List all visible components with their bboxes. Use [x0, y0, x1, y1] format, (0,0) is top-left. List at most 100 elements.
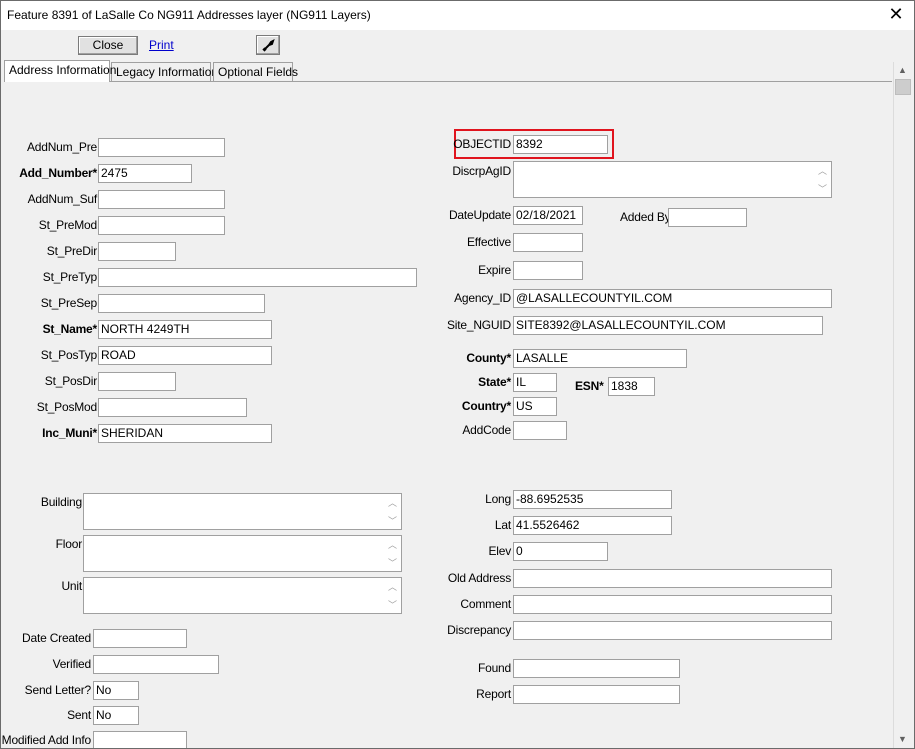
st-posdir-label: St_PosDir — [44, 374, 97, 388]
building-scrollbar[interactable]: ︿ ﹀ — [385, 494, 401, 529]
report-label: Report — [476, 687, 511, 701]
esn-label: ESN* — [575, 379, 604, 393]
agency-id-label: Agency_ID — [454, 291, 511, 305]
vertical-scrollbar[interactable]: ▲ ▼ — [893, 62, 911, 748]
objectid-label: OBJECTID — [453, 137, 511, 151]
elev-label: Elev — [488, 544, 511, 558]
sent-field[interactable]: No — [93, 706, 139, 725]
send-letter-field[interactable]: No — [93, 681, 139, 700]
added-by-label: Added By — [620, 210, 671, 224]
agency-id-field[interactable]: @LASALLECOUNTYIL.COM — [513, 289, 832, 308]
st-pretyp-label: St_PreTyp — [42, 270, 97, 284]
verified-label: Verified — [52, 657, 92, 671]
discrpagid-label: DiscrpAgID — [452, 164, 511, 178]
st-premod-field[interactable] — [98, 216, 225, 235]
found-field[interactable] — [513, 659, 680, 678]
added-by-field[interactable] — [668, 208, 747, 227]
st-premod-label: St_PreMod — [38, 218, 97, 232]
expire-label: Expire — [478, 263, 511, 277]
comment-field[interactable] — [513, 595, 832, 614]
elev-field[interactable]: 0 — [513, 542, 608, 561]
unit-field[interactable]: ︿ ﹀ — [83, 577, 402, 614]
esn-field[interactable]: 1838 — [608, 377, 655, 396]
country-field[interactable]: US — [513, 397, 557, 416]
feature-dialog: Feature 8391 of LaSalle Co NG911 Address… — [0, 0, 915, 749]
close-window-icon[interactable]: ✕ — [886, 4, 906, 24]
old-address-label: Old Address — [447, 571, 511, 585]
old-address-field[interactable] — [513, 569, 832, 588]
add-number-field[interactable]: 2475 — [98, 164, 192, 183]
modified-add-info-label: Modified Add Info — [1, 733, 92, 747]
st-posdir-field[interactable] — [98, 372, 176, 391]
expire-field[interactable] — [513, 261, 583, 280]
print-link[interactable]: Print — [149, 38, 174, 52]
st-presep-label: St_PreSep — [40, 296, 97, 310]
effective-field[interactable] — [513, 233, 583, 252]
sent-label: Sent — [67, 708, 91, 722]
st-postyp-label: St_PosTyp — [40, 348, 97, 362]
st-presep-field[interactable] — [98, 294, 265, 313]
effective-label: Effective — [466, 235, 511, 249]
discrepancy-field[interactable] — [513, 621, 832, 640]
scroll-up-icon[interactable]: ▲ — [894, 62, 911, 79]
wrench-icon — [262, 39, 275, 52]
report-field[interactable] — [513, 685, 680, 704]
county-field[interactable]: LASALLE — [513, 349, 687, 368]
add-number-label: Add_Number* — [19, 166, 97, 180]
st-pretyp-field[interactable] — [98, 268, 417, 287]
st-posmod-label: St_PosMod — [36, 400, 97, 414]
addcode-label: AddCode — [462, 423, 511, 437]
st-predir-label: St_PreDir — [46, 244, 97, 258]
objectid-field[interactable]: 8392 — [513, 135, 608, 154]
st-posmod-field[interactable] — [98, 398, 247, 417]
tab-legacy-information[interactable]: Legacy Information — [111, 62, 218, 82]
floor-scrollbar[interactable]: ︿ ﹀ — [385, 536, 401, 571]
st-predir-field[interactable] — [98, 242, 176, 261]
dateupdate-label: DateUpdate — [448, 208, 511, 222]
title-bar: Feature 8391 of LaSalle Co NG911 Address… — [1, 1, 914, 30]
floor-field[interactable]: ︿ ﹀ — [83, 535, 402, 572]
window-title: Feature 8391 of LaSalle Co NG911 Address… — [7, 8, 371, 22]
unit-scrollbar[interactable]: ︿ ﹀ — [385, 578, 401, 613]
addcode-field[interactable] — [513, 421, 567, 440]
unit-label: Unit — [61, 579, 82, 593]
discrpagid-scrollbar[interactable]: ︿ ﹀ — [815, 162, 831, 197]
lat-label: Lat — [494, 518, 511, 532]
discrpagid-field[interactable]: ︿ ﹀ — [513, 161, 832, 198]
close-button[interactable]: Close — [78, 36, 138, 55]
long-field[interactable]: -88.6952535 — [513, 490, 672, 509]
floor-label: Floor — [55, 537, 83, 551]
comment-label: Comment — [460, 597, 511, 611]
verified-field[interactable] — [93, 655, 219, 674]
scroll-down-icon[interactable]: ▼ — [894, 731, 911, 748]
discrepancy-label: Discrepancy — [447, 623, 511, 637]
found-label: Found — [477, 661, 511, 675]
addnum-suf-field[interactable] — [98, 190, 225, 209]
tab-address-information[interactable]: Address Information — [4, 60, 116, 82]
date-created-label: Date Created — [22, 631, 91, 645]
state-field[interactable]: IL — [513, 373, 557, 392]
tab-optional-fields[interactable]: Optional Fields — [213, 62, 298, 82]
date-created-field[interactable] — [93, 629, 187, 648]
tools-button[interactable] — [256, 35, 280, 55]
modified-add-info-field[interactable] — [93, 731, 187, 748]
dateupdate-field[interactable]: 02/18/2021 — [513, 206, 583, 225]
addnum-suf-label: AddNum_Suf — [27, 192, 98, 206]
inc-muni-label: Inc_Muni* — [42, 426, 97, 440]
addnum-pre-field[interactable] — [98, 138, 225, 157]
site-nguid-field[interactable]: SITE8392@LASALLECOUNTYIL.COM — [513, 316, 823, 335]
building-field[interactable]: ︿ ﹀ — [83, 493, 402, 530]
scrollbar-thumb[interactable] — [895, 79, 911, 95]
addnum-pre-label: AddNum_Pre — [26, 140, 97, 154]
send-letter-label: Send Letter? — [24, 683, 92, 697]
st-postyp-field[interactable]: ROAD — [98, 346, 272, 365]
long-label: Long — [485, 492, 511, 506]
st-name-field[interactable]: NORTH 4249TH — [98, 320, 272, 339]
lat-field[interactable]: 41.5526462 — [513, 516, 672, 535]
st-name-label: St_Name* — [42, 322, 98, 336]
inc-muni-field[interactable]: SHERIDAN — [98, 424, 272, 443]
country-label: Country* — [461, 399, 511, 413]
county-label: County* — [466, 351, 511, 365]
state-label: State* — [478, 375, 511, 389]
building-label: Building — [40, 495, 82, 509]
